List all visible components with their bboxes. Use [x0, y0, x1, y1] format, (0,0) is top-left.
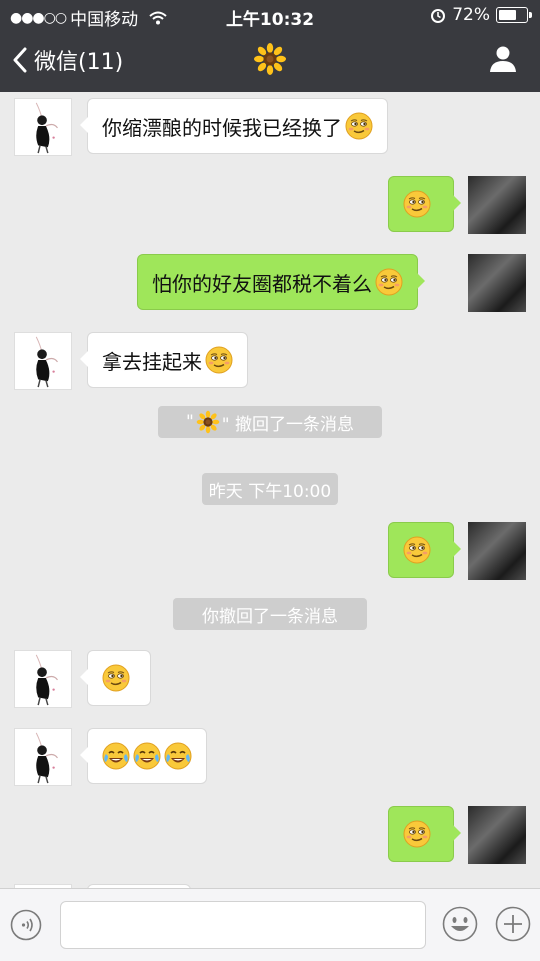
my-avatar[interactable]: [468, 522, 526, 580]
sunflower-icon: [196, 410, 220, 434]
plus-icon[interactable]: [495, 906, 531, 942]
battery-percent: 72%: [452, 5, 490, 25]
smirk-emoji-icon: [345, 112, 373, 140]
input-bar: [0, 888, 540, 961]
smirk-emoji-icon: [102, 664, 130, 692]
message-input[interactable]: [60, 901, 426, 949]
battery-fill: [499, 10, 516, 20]
message-bubble-sent[interactable]: 怕你的好友圈都税不着么: [137, 254, 425, 310]
my-avatar[interactable]: [468, 176, 526, 234]
emoji-icon[interactable]: [442, 906, 478, 942]
message-text: 你缩漂酿的时候我已经换了: [102, 115, 342, 140]
alarm-icon: [431, 9, 446, 23]
back-label: 微信(11): [34, 50, 124, 75]
person-icon[interactable]: [488, 44, 518, 74]
recall-notice: " " 撤回了一条消息: [158, 406, 382, 438]
laughing-crying-emoji-icon: [133, 742, 161, 770]
message-text: 拿去挂起来: [102, 349, 202, 374]
message-bubble-sent[interactable]: [388, 176, 461, 232]
laughing-crying-emoji-icon: [164, 742, 192, 770]
message-bubble-sent[interactable]: [388, 522, 461, 578]
smirk-emoji-icon: [403, 820, 431, 848]
smirk-emoji-icon: [205, 346, 233, 374]
contact-avatar[interactable]: [14, 332, 72, 390]
timestamp-label: 昨天 下午10:00: [202, 473, 338, 505]
chevron-left-icon: [13, 47, 27, 73]
my-avatar[interactable]: [468, 254, 526, 312]
recall-quote-open: ": [185, 412, 194, 432]
top-bar: ●●●○○ 中国移动 上午10:32 72% 微信(11): [0, 0, 540, 92]
message-bubble-received[interactable]: [80, 728, 207, 784]
recall-notice: 你撤回了一条消息: [173, 598, 367, 630]
smirk-emoji-icon: [375, 268, 403, 296]
sunflower-icon: [253, 42, 287, 76]
smirk-emoji-icon: [403, 536, 431, 564]
message-bubble-received[interactable]: 拿去挂起来: [80, 332, 248, 388]
contact-avatar[interactable]: [14, 728, 72, 786]
contact-avatar[interactable]: [14, 650, 72, 708]
laughing-crying-emoji-icon: [102, 742, 130, 770]
battery-icon: [496, 7, 532, 23]
smirk-emoji-icon: [403, 190, 431, 218]
message-text: 怕你的好友圈都税不着么: [152, 271, 372, 296]
message-bubble-received[interactable]: 你缩漂酿的时候我已经换了: [80, 98, 388, 154]
message-bubble-received[interactable]: [80, 650, 151, 706]
voice-icon[interactable]: [10, 909, 42, 941]
contact-avatar[interactable]: [14, 98, 72, 156]
my-avatar[interactable]: [468, 806, 526, 864]
chat-area[interactable]: 你缩漂酿的时候我已经换了 怕你的好友圈都税不着么 拿去挂起来 " " 撤回了一条…: [0, 92, 540, 888]
recall-text: " 撤回了一条消息: [221, 414, 355, 435]
message-bubble-sent[interactable]: [388, 806, 461, 862]
back-button[interactable]: 微信(11): [12, 44, 123, 76]
navigation-bar: 微信(11): [0, 30, 540, 92]
status-bar: ●●●○○ 中国移动 上午10:32 72%: [0, 0, 540, 30]
